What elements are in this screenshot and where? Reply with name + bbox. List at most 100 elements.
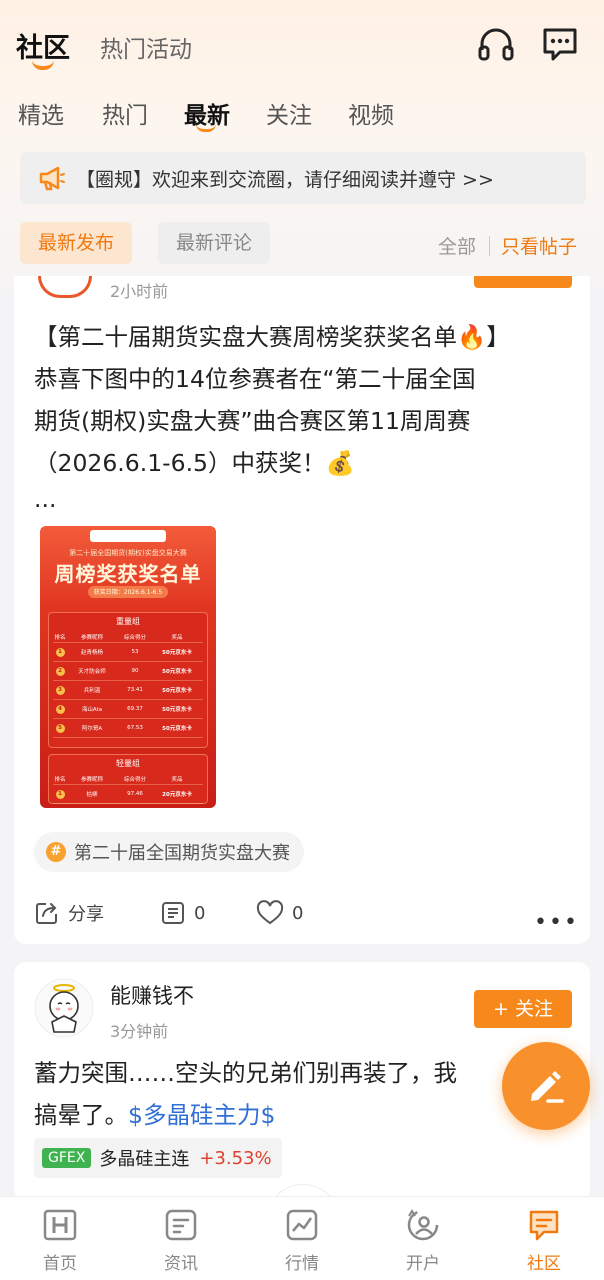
image-date: 获奖日期：2026.6.1-6.5 [93, 589, 163, 596]
post-line-4: （2026.6.1-6.5）中获奖！💰 [34, 449, 355, 477]
rank-medal: 4 [55, 704, 65, 714]
image-table-row: 5 阿尔哥A 67.53 50元京东卡 [53, 719, 203, 738]
image-group1-label: 重量组 [116, 617, 140, 626]
filter-all[interactable]: 全部 [438, 232, 476, 259]
avatar[interactable] [38, 276, 92, 298]
post-line-more: ... [34, 485, 57, 513]
image-table-cell: 1 [53, 789, 67, 799]
tab-hot-activities[interactable]: 热门活动 [100, 30, 192, 64]
active-subtab-indicator [196, 124, 216, 132]
compose-button[interactable] [502, 1042, 590, 1130]
topic-label: 第二十届全国期货实盘大赛 [74, 843, 290, 864]
filter-latest-post[interactable]: 最新发布 [20, 222, 133, 264]
nav-label-news: 资讯 [164, 1254, 198, 1274]
subtab-hot[interactable]: 热门 [102, 96, 148, 130]
image-table-cell: 阿尔哥A [81, 726, 103, 732]
post-line-2: 恭喜下图中的14位参赛者在“第二十届全国 [34, 365, 476, 393]
stock-chip[interactable]: GFEX 多晶硅主连 +3.53% [34, 1138, 282, 1178]
image-table-cell: 4 [53, 704, 67, 714]
image-table-2: 排名 参赛昵称 综合得分 奖品 1 枯柳 97.46 20元京东卡 [53, 773, 203, 804]
subtab-following[interactable]: 关注 [266, 96, 312, 130]
nav-label-market: 行情 [285, 1254, 319, 1274]
share-button[interactable]: 分享 [34, 900, 104, 926]
post-filter-row: 最新发布 最新评论 全部 只看帖子 [0, 220, 604, 268]
image-table-header: 排名 参赛昵称 综合得分 奖品 [53, 773, 203, 785]
subtab-video[interactable]: 视频 [348, 96, 394, 130]
image-table-row: 1 枯柳 97.46 20元京东卡 [53, 785, 203, 804]
image-table-cell: 50元京东卡 [162, 669, 192, 675]
image-table-cell: 67.53 [127, 725, 143, 731]
nav-label-community: 社区 [527, 1254, 561, 1274]
active-tab-indicator [32, 60, 54, 70]
nav-news[interactable]: 资讯 [121, 1197, 241, 1280]
bottom-navigation: 首页 资讯 行情 开户 社区 [0, 1196, 604, 1280]
post-card[interactable]: 2小时前 【第二十届期货实盘大赛周榜奖获奖名单🔥】 恭喜下图中的14位参赛者在“… [14, 276, 590, 944]
news-icon [165, 1209, 197, 1241]
image-table-cell: 5 [53, 723, 67, 733]
image-table-head-cell: 综合得分 [123, 634, 146, 641]
nav-home[interactable]: 首页 [0, 1197, 120, 1280]
topic-tag[interactable]: # 第二十届全国期货实盘大赛 [34, 832, 304, 872]
image-table-cell: 20元京东卡 [162, 792, 192, 798]
home-h-icon [43, 1209, 77, 1241]
filter-divider [489, 236, 490, 256]
app-header: 社区 热门活动 精选 热门 最新 关注 视频 [0, 0, 604, 150]
nav-label-open-account: 开户 [406, 1254, 440, 1274]
image-table-cell: 2 [53, 666, 67, 676]
image-table-header: 排名 参赛昵称 综合得分 奖品 [53, 631, 203, 643]
comment-icon [162, 902, 184, 924]
notice-text: 【圈规】欢迎来到交流圈，请仔细阅读并遵守 >> [76, 168, 494, 191]
follow-button[interactable] [474, 276, 572, 288]
avatar[interactable] [34, 978, 94, 1038]
post-line-1: 【第二十届期货实盘大赛周榜奖获奖名单🔥】 [34, 323, 510, 351]
image-table-row: 2 天才防会师 90 50元京东卡 [53, 662, 203, 681]
rank-medal: 5 [55, 723, 65, 733]
nav-market[interactable]: 行情 [242, 1197, 362, 1280]
image-logo-bar [90, 530, 166, 542]
rank-medal: 3 [55, 685, 65, 695]
message-icon[interactable] [540, 24, 580, 64]
image-table-head-cell: 排名 [54, 634, 66, 641]
post-content[interactable]: 【第二十届期货实盘大赛周榜奖获奖名单🔥】 恭喜下图中的14位参赛者在“第二十届全… [34, 316, 574, 514]
headphones-icon[interactable] [476, 24, 516, 64]
image-group2-label: 轻量组 [116, 759, 140, 768]
subtab-featured[interactable]: 精选 [18, 96, 64, 130]
image-table-cell: 50元京东卡 [162, 688, 192, 694]
megaphone-icon [39, 166, 65, 191]
image-table-row: 1 赵青杨杨 53 50元京东卡 [53, 643, 203, 662]
more-options-icon[interactable]: ••• [534, 910, 579, 935]
follow-button[interactable]: + 关注 [474, 990, 572, 1028]
image-table-row: 3 兵利温 73.41 50元京东卡 [53, 681, 203, 700]
image-table-head-cell: 排名 [54, 776, 66, 783]
stock-change: +3.53% [199, 1147, 272, 1169]
hashtag-icon: # [46, 842, 66, 862]
image-table-cell: 69.37 [127, 706, 143, 712]
community-rules-notice[interactable]: 【圈规】欢迎来到交流圈，请仔细阅读并遵守 >> [20, 152, 586, 204]
stock-name: 多晶硅主连 [99, 1149, 190, 1170]
filter-posts-only[interactable]: 只看帖子 [501, 232, 577, 259]
image-table-head-cell: 参赛昵称 [80, 776, 103, 783]
post-line-3: 期货(期权)实盘大赛”曲合赛区第11周周赛 [34, 407, 471, 435]
post-content[interactable]: 蓄力突围……空头的兄弟们别再装了，我 搞晕了。$多晶硅主力$ [34, 1052, 574, 1136]
rank-medal: 2 [55, 666, 65, 676]
nav-community[interactable]: 社区 [484, 1197, 604, 1280]
stock-link[interactable]: $多晶硅主力$ [128, 1101, 275, 1129]
chart-icon [286, 1209, 318, 1241]
image-table-head-cell: 综合得分 [123, 776, 146, 783]
image-table-cell: 赵青杨杨 [80, 650, 103, 656]
image-table-cell: 兵利温 [83, 688, 101, 694]
image-table-cell: 1 [53, 647, 67, 657]
comment-count: 0 [194, 902, 206, 924]
comment-button[interactable]: 0 [160, 900, 205, 926]
post-line-1: 蓄力突围……空头的兄弟们别再装了，我 [34, 1059, 457, 1087]
like-button[interactable]: 0 [256, 900, 303, 926]
post-image[interactable]: 第二十届全国期货(期权)实盘交易大赛 周榜奖获奖名单 获奖日期：2026.6.1… [40, 526, 216, 808]
share-icon [36, 903, 57, 924]
post-text-plain: 搞晕了。 [34, 1101, 128, 1129]
rank-medal: 1 [55, 647, 65, 657]
community-icon [529, 1210, 559, 1241]
filter-latest-comment[interactable]: 最新评论 [158, 222, 271, 264]
nav-open-account[interactable]: 开户 [363, 1197, 483, 1280]
username[interactable]: 能赚钱不 [110, 980, 194, 1010]
pencil-icon [531, 1071, 564, 1103]
